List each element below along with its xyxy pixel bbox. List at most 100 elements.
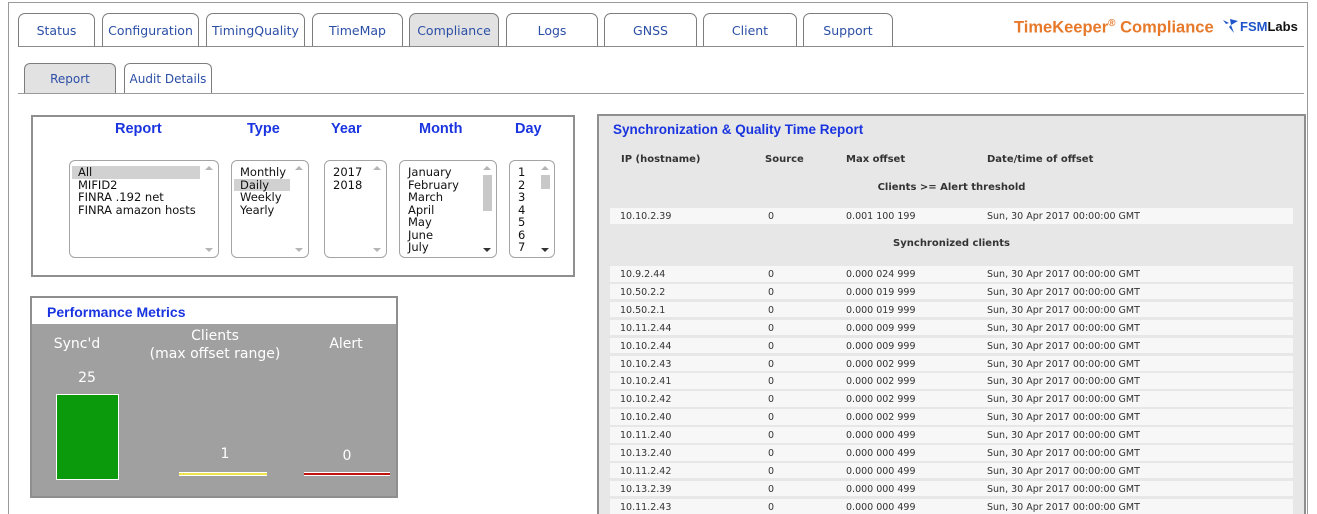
cell-max-offset: 0.000 019 999 [846, 286, 916, 298]
cell-ip: 10.11.2.44 [620, 322, 672, 334]
type-option-weekly[interactable]: Weekly [234, 191, 290, 204]
table-row[interactable]: 10.10.2.44 0 0.000 009 999 Sun, 30 Apr 2017… [610, 337, 1293, 354]
year-scrollbar[interactable] [371, 163, 384, 255]
subtab-report[interactable]: Report [24, 63, 116, 93]
table-row[interactable]: 10.10.2.39 0 0.001 100 199 Sun, 30 Apr 2… [610, 208, 1293, 224]
report-title: Synchronization & Quality Time Report [613, 122, 864, 137]
day-scroll-thumb[interactable] [541, 175, 550, 189]
table-row[interactable]: 10.10.2.40 0 0.000 002 999 Sun, 30 Apr 2017… [610, 409, 1293, 425]
report-option-finra-192[interactable]: FINRA .192 net [72, 191, 200, 204]
column-max-offset: Max offset [846, 154, 906, 165]
report-option-all[interactable]: All [72, 166, 200, 179]
table-row[interactable]: 10.50.2.2 0 0.000 019 999 Sun, 30 Apr 2017 … [610, 283, 1293, 300]
report-listbox[interactable]: All MIFID2 FINRA .192 net FINRA amazon h… [69, 160, 219, 258]
day-option[interactable]: 1 [512, 166, 536, 179]
cell-max-offset: 0.000 000 499 [846, 430, 916, 442]
year-option-2018[interactable]: 2018 [327, 178, 368, 192]
cell-date-time: Sun, 30 Apr 2017 00:00:00 GMT [987, 465, 1140, 477]
cell-ip: 10.10.2.39 [620, 211, 672, 222]
day-listbox[interactable]: 1 2 3 4 5 6 7 [509, 160, 555, 258]
tab-timing-quality[interactable]: TimingQuality [206, 13, 305, 46]
day-option[interactable]: 3 [512, 191, 536, 204]
month-option[interactable]: July [402, 241, 478, 254]
table-row[interactable]: 10.13.2.39 0 0.000 000 499 Sun, 30 Apr 2017… [610, 480, 1293, 497]
table-row[interactable]: 10.11.2.40 0 0.000 000 499 Sun, 30 Apr 2017… [610, 427, 1293, 443]
scroll-down-icon[interactable] [541, 248, 549, 252]
tab-client[interactable]: Client [703, 13, 797, 46]
scroll-up-icon[interactable] [483, 166, 491, 170]
tab-gnss[interactable]: GNSS [604, 13, 697, 46]
cell-date-time: Sun, 30 Apr 2017 00:00:00 GMT [987, 501, 1140, 513]
day-option[interactable]: 5 [512, 216, 536, 229]
tab-divider [18, 46, 1304, 47]
tab-timemap[interactable]: TimeMap [312, 13, 403, 46]
cell-date-time: Sun, 30 Apr 2017 00:00:00 GMT [987, 394, 1140, 406]
alert-count: 0 [342, 448, 352, 464]
day-scrollbar[interactable] [539, 163, 552, 255]
sync-quality-report-panel: Synchronization & Quality Time Report IP… [597, 114, 1306, 514]
year-listbox[interactable]: 2017 2018 [324, 160, 387, 258]
table-row[interactable]: 10.11.2.44 0 0.000 009 999 Sun, 30 Apr 2017… [610, 319, 1293, 336]
year-option-2017[interactable]: 2017 [327, 166, 368, 179]
cell-date-time: Sun, 30 Apr 2017 00:00:00 GMT [987, 286, 1140, 298]
report-option-finra-amazon[interactable]: FINRA amazon hosts [72, 203, 200, 217]
cell-ip: 10.50.2.2 [620, 286, 666, 298]
month-scroll-thumb[interactable] [483, 175, 492, 211]
table-row[interactable]: 10.10.2.43 0 0.000 002 999 Sun, 30 Apr 2017… [610, 355, 1293, 371]
alert-threshold-section: Clients >= Alert threshold [877, 182, 1026, 193]
month-scrollbar[interactable] [481, 163, 494, 255]
cell-ip: 10.10.2.40 [620, 412, 672, 424]
type-listbox[interactable]: Monthly Daily Weekly Yearly [231, 160, 309, 258]
cell-max-offset: 0.000 002 999 [846, 394, 916, 406]
cell-ip: 10.11.2.42 [620, 465, 672, 477]
scroll-up-icon[interactable] [295, 166, 303, 170]
type-option-yearly[interactable]: Yearly [234, 203, 290, 217]
cell-source: 0 [768, 483, 775, 495]
table-row[interactable]: 10.11.2.42 0 0.000 000 499 Sun, 30 Apr 2017… [610, 462, 1293, 479]
fsmlabs-logo: FSM Labs [1222, 18, 1298, 34]
table-row[interactable]: 10.50.2.1 0 0.000 019 999 Sun, 30 Apr 2017 … [610, 301, 1293, 318]
report-selector-panel: Report Type Year Month Day All MIFID2 FI… [31, 115, 575, 277]
scroll-down-icon[interactable] [373, 248, 381, 252]
day-option[interactable]: 7 [512, 241, 536, 254]
tab-compliance[interactable]: Compliance [409, 13, 499, 46]
cell-date-time: Sun, 30 Apr 2017 00:00:00 GMT [987, 430, 1140, 442]
tab-status[interactable]: Status [18, 13, 95, 46]
table-row[interactable]: 10.13.2.40 0 0.000 000 499 Sun, 30 Apr 2017… [610, 445, 1293, 461]
month-option[interactable]: May [402, 216, 478, 229]
cell-source: 0 [768, 465, 775, 477]
month-listbox[interactable]: January February March April May June Ju… [399, 160, 497, 258]
scroll-down-icon[interactable] [295, 248, 303, 252]
cell-source: 0 [768, 358, 775, 370]
scroll-up-icon[interactable] [205, 166, 213, 170]
tab-support[interactable]: Support [803, 13, 893, 46]
cell-date-time: Sun, 30 Apr 2017 00:00:00 GMT [987, 376, 1140, 388]
table-row[interactable]: 10.10.2.42 0 0.000 002 999 Sun, 30 Apr 2017… [610, 391, 1293, 407]
cell-ip: 10.50.2.1 [620, 304, 666, 316]
subtab-divider [18, 93, 1304, 94]
fsmlabs-logo-icon [1223, 19, 1238, 33]
month-option[interactable]: March [402, 191, 478, 204]
table-row[interactable]: 10.9.2.44 0 0.000 024 999 Sun, 30 Apr 2017 … [610, 266, 1293, 282]
cell-date-time: Sun, 30 Apr 2017 00:00:00 GMT [987, 211, 1140, 222]
report-scrollbar[interactable] [203, 163, 216, 255]
cell-max-offset: 0.000 009 999 [846, 322, 916, 334]
table-row[interactable]: 10.11.2.43 0 0.000 000 499 Sun, 30 Apr 2017… [610, 498, 1293, 514]
subtab-audit-details[interactable]: Audit Details [124, 63, 212, 93]
cell-ip: 10.9.2.44 [620, 269, 666, 280]
type-scrollbar[interactable] [293, 163, 306, 255]
cell-ip: 10.10.2.41 [620, 376, 672, 388]
cell-date-time: Sun, 30 Apr 2017 00:00:00 GMT [987, 412, 1140, 424]
table-row[interactable]: 10.10.2.41 0 0.000 002 999 Sun, 30 Apr 2017… [610, 373, 1293, 389]
tab-configuration[interactable]: Configuration [102, 13, 199, 46]
type-option-monthly[interactable]: Monthly [234, 166, 290, 179]
scroll-up-icon[interactable] [373, 166, 381, 170]
scroll-down-icon[interactable] [483, 248, 491, 252]
month-option[interactable]: January [402, 166, 478, 179]
scroll-down-icon[interactable] [205, 248, 213, 252]
tab-logs[interactable]: Logs [506, 13, 598, 46]
cell-ip: 10.13.2.39 [620, 483, 672, 495]
cell-max-offset: 0.000 019 999 [846, 304, 916, 316]
cell-ip: 10.10.2.44 [620, 340, 672, 352]
scroll-up-icon[interactable] [541, 166, 549, 170]
